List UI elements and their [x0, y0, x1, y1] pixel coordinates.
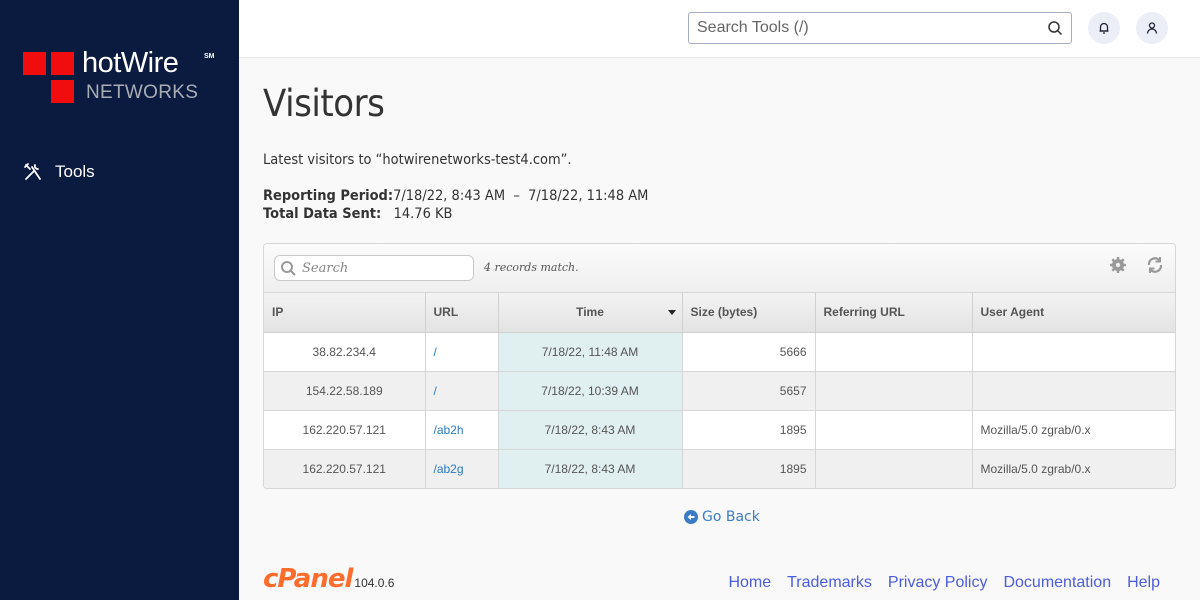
- cell-url: /: [425, 371, 499, 411]
- footer-link-help[interactable]: Help: [1127, 574, 1160, 592]
- cell-referrer: [815, 371, 973, 411]
- table-row: 154.22.58.189 / 7/18/22, 10:39 AM 5657: [264, 371, 1175, 411]
- total-data-label: Total Data Sent:: [263, 206, 382, 222]
- column-header-size[interactable]: Size (bytes): [682, 293, 816, 333]
- cell-user-agent: [972, 371, 1175, 411]
- cell-ip: 38.82.234.4: [264, 332, 426, 372]
- user-icon: [1146, 22, 1158, 34]
- bell-icon: [1099, 22, 1109, 34]
- logo-square: [51, 80, 74, 103]
- top-bar: [239, 0, 1200, 58]
- footer-link-privacy-policy[interactable]: Privacy Policy: [888, 574, 988, 592]
- sort-desc-icon: [667, 310, 676, 315]
- reporting-period: Reporting Period:7/18/22, 8:43 AM – 7/18…: [263, 188, 648, 204]
- refresh-icon[interactable]: [1145, 255, 1165, 275]
- records-count: 4 records match.: [484, 261, 579, 274]
- total-data-value: 14.76 KB: [393, 206, 453, 222]
- brand-superscript: SM: [204, 53, 215, 60]
- reporting-period-value: 7/18/22, 8:43 AM – 7/18/22, 11:48 AM: [393, 188, 649, 204]
- logo-square: [51, 52, 74, 75]
- brand-name: hotWire: [82, 47, 179, 79]
- search-icon: [281, 261, 296, 276]
- cell-user-agent: Mozilla/5.0 zgrab/0.x: [972, 410, 1175, 450]
- brand-subtitle: NETWORKS: [86, 82, 199, 103]
- url-link[interactable]: /ab2h: [434, 423, 464, 437]
- table-row: 162.220.57.121 /ab2g 7/18/22, 8:43 AM 18…: [264, 449, 1175, 488]
- cell-referrer: [815, 332, 973, 372]
- footer-brand: cPanel 104.0.6: [263, 565, 394, 593]
- search-tools-input[interactable]: [689, 13, 1029, 43]
- go-back-link[interactable]: Go Back: [684, 509, 760, 525]
- url-link[interactable]: /: [434, 345, 437, 359]
- total-data-sent: Total Data Sent: 14.76 KB: [263, 206, 452, 222]
- footer-links: Home Trademarks Privacy Policy Documenta…: [728, 574, 1160, 592]
- table-toolbar: 4 records match.: [264, 244, 1175, 293]
- cell-url: /: [425, 332, 499, 372]
- go-back-label: Go Back: [702, 509, 760, 525]
- visitors-table-panel: 4 records match. IP URL Time Size (byt: [263, 243, 1176, 489]
- cell-ip: 162.220.57.121: [264, 449, 426, 488]
- column-header-time-label: Time: [576, 305, 604, 320]
- logo-square: [23, 52, 46, 75]
- brand-logo[interactable]: hotWire SM NETWORKS: [23, 47, 223, 110]
- cell-referrer: [815, 410, 973, 450]
- visitors-table: IP URL Time Size (bytes) Referring URL U…: [264, 293, 1175, 488]
- tools-icon: [24, 163, 41, 180]
- column-header-time[interactable]: Time: [498, 293, 683, 333]
- cell-user-agent: [972, 332, 1175, 372]
- footer-link-documentation[interactable]: Documentation: [1003, 574, 1111, 592]
- footer-link-trademarks[interactable]: Trademarks: [787, 574, 872, 592]
- cell-time: 7/18/22, 11:48 AM: [498, 332, 683, 372]
- arrow-left-circle-icon: [684, 510, 698, 524]
- version-number: 104.0.6: [354, 576, 395, 590]
- sidebar-item-tools[interactable]: Tools: [23, 162, 95, 182]
- cell-ip: 162.220.57.121: [264, 410, 426, 450]
- user-menu-button[interactable]: [1136, 12, 1168, 44]
- cell-size: 1895: [682, 449, 816, 488]
- footer-link-home[interactable]: Home: [728, 574, 771, 592]
- cell-size: 5666: [682, 332, 816, 372]
- column-header-ip[interactable]: IP: [264, 293, 426, 333]
- reporting-period-label: Reporting Period:: [263, 188, 394, 204]
- column-header-user-agent[interactable]: User Agent: [972, 293, 1175, 333]
- gear-icon[interactable]: [1109, 256, 1127, 274]
- sidebar-item-label: Tools: [55, 162, 95, 181]
- cell-time: 7/18/22, 8:43 AM: [498, 449, 683, 488]
- cell-time: 7/18/22, 10:39 AM: [498, 371, 683, 411]
- url-link[interactable]: /: [434, 384, 437, 398]
- url-link[interactable]: /ab2g: [434, 462, 464, 476]
- cell-url: /ab2h: [425, 410, 499, 450]
- cell-ip: 154.22.58.189: [264, 371, 426, 411]
- cpanel-logo[interactable]: cPanel: [263, 565, 353, 593]
- notifications-button[interactable]: [1088, 12, 1120, 44]
- page-title: Visitors: [263, 82, 385, 125]
- search-tools-box: [688, 12, 1072, 44]
- cell-time: 7/18/22, 8:43 AM: [498, 410, 683, 450]
- column-header-referrer[interactable]: Referring URL: [815, 293, 973, 333]
- table-header-row: IP URL Time Size (bytes) Referring URL U…: [264, 293, 1175, 333]
- cell-url: /ab2g: [425, 449, 499, 488]
- cell-referrer: [815, 449, 973, 488]
- cell-size: 1895: [682, 410, 816, 450]
- table-search-input[interactable]: [302, 259, 467, 277]
- cell-user-agent: Mozilla/5.0 zgrab/0.x: [972, 449, 1175, 488]
- column-header-url[interactable]: URL: [425, 293, 499, 333]
- table-row: 38.82.234.4 / 7/18/22, 11:48 AM 5666: [264, 332, 1175, 372]
- sidebar: hotWire SM NETWORKS Tools: [0, 0, 239, 600]
- cell-size: 5657: [682, 371, 816, 411]
- page-description: Latest visitors to “hotwirenetworks-test…: [263, 152, 572, 168]
- search-icon[interactable]: [1047, 20, 1063, 36]
- table-search-box: [274, 255, 474, 281]
- table-row: 162.220.57.121 /ab2h 7/18/22, 8:43 AM 18…: [264, 410, 1175, 450]
